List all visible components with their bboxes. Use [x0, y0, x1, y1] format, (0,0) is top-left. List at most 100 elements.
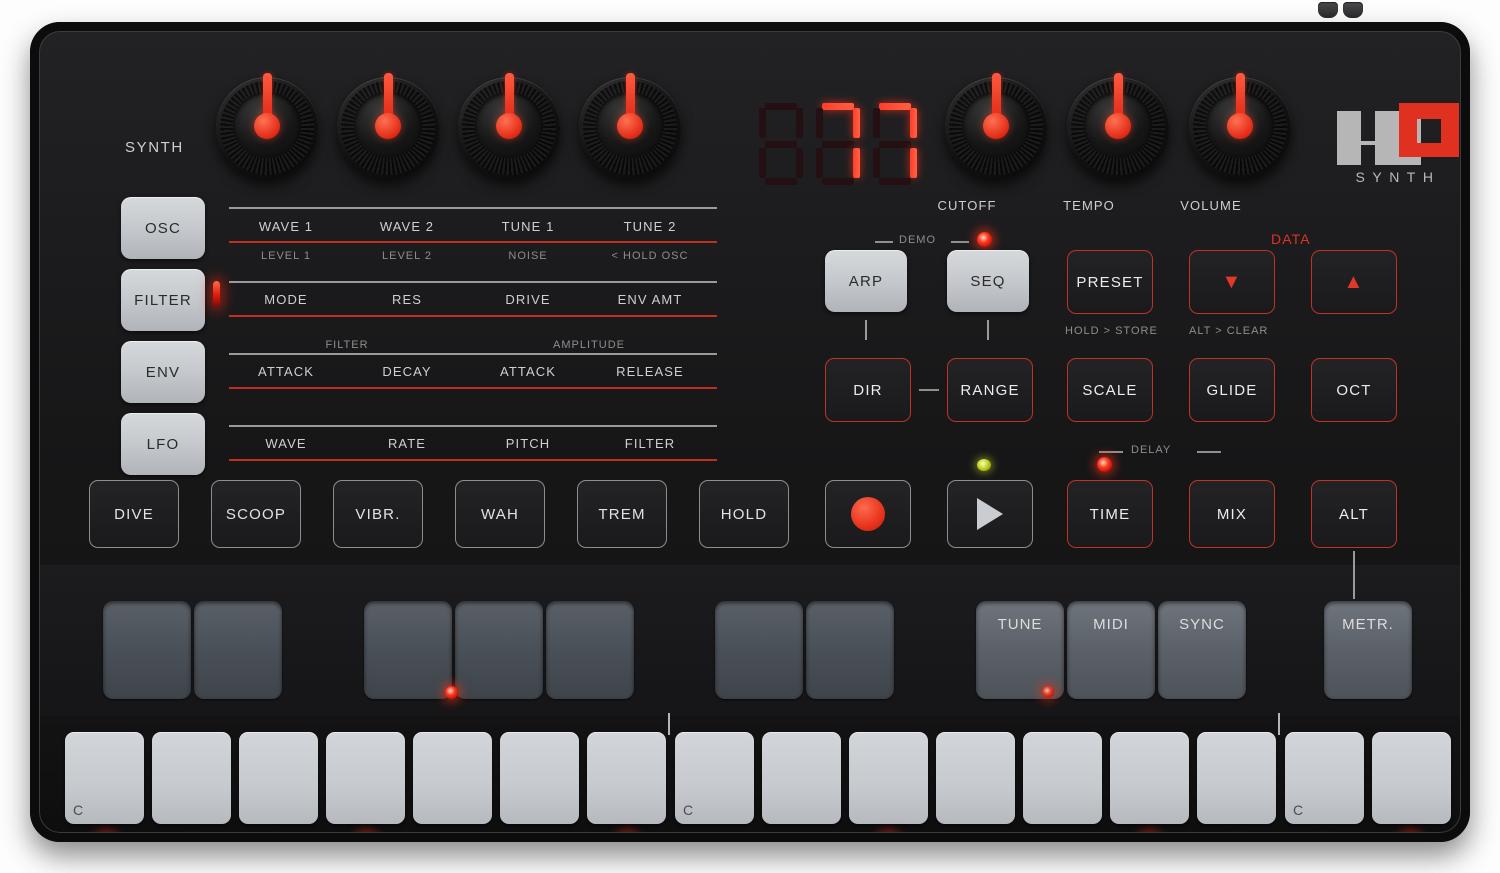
play-icon — [977, 498, 1003, 530]
data-label: DATA — [1271, 231, 1311, 247]
display-digit-2 — [814, 103, 862, 185]
key-13[interactable] — [1110, 732, 1189, 824]
seq-button[interactable]: SEQ — [947, 250, 1029, 312]
key-9[interactable] — [762, 732, 841, 824]
key-1[interactable]: C — [65, 732, 144, 824]
osc-button[interactable]: OSC — [121, 197, 205, 259]
preset-button[interactable]: PRESET — [1067, 250, 1153, 314]
knob-indicator-dot — [1105, 113, 1131, 139]
key-14[interactable] — [1197, 732, 1276, 824]
demo-led — [977, 232, 992, 247]
record-icon — [851, 497, 885, 531]
lfo-button[interactable]: LFO — [121, 413, 205, 475]
key-2[interactable] — [152, 732, 231, 824]
play-button[interactable] — [947, 480, 1033, 548]
filter-button[interactable]: FILTER — [121, 269, 205, 331]
range-button[interactable]: RANGE — [947, 358, 1033, 422]
key-3[interactable] — [239, 732, 318, 824]
env-row-bottom-rule — [229, 387, 717, 389]
octave-divider-2 — [1278, 713, 1280, 735]
param-filter-attack: ATTACK — [258, 364, 314, 379]
pad-1[interactable] — [103, 601, 191, 699]
glide-button[interactable]: GLIDE — [1189, 358, 1275, 422]
pad-midi[interactable]: MIDI — [1067, 601, 1155, 699]
scale-button[interactable]: SCALE — [1067, 358, 1153, 422]
key-5[interactable] — [413, 732, 492, 824]
tune2-knob[interactable] — [579, 73, 681, 179]
uno-logo — [1337, 103, 1459, 165]
env-row-top-rule — [229, 353, 717, 355]
wave2-knob[interactable] — [337, 73, 439, 179]
key-12[interactable] — [1023, 732, 1102, 824]
tempo-knob[interactable] — [1067, 73, 1169, 179]
data-down-button[interactable]: ▼ — [1189, 250, 1275, 314]
time-button[interactable]: TIME — [1067, 480, 1153, 548]
alt-metr-connector-tick — [1353, 551, 1355, 599]
osc-row-top-rule — [229, 207, 717, 209]
key-16[interactable] — [1372, 732, 1451, 824]
delay-label: DELAY — [1131, 444, 1172, 456]
octave-divider-1 — [668, 713, 670, 735]
volume-label: VOLUME — [1180, 198, 1242, 213]
pad-2[interactable] — [194, 601, 282, 699]
display-digit-3 — [871, 103, 919, 185]
param-tune2: TUNE 2 — [623, 219, 677, 234]
alt-level1: LEVEL 1 — [260, 250, 312, 262]
param-mode: MODE — [264, 292, 308, 307]
tempo-label: TEMPO — [1063, 198, 1115, 213]
key-10[interactable] — [849, 732, 928, 824]
tune1-knob[interactable] — [458, 73, 560, 179]
env-button[interactable]: ENV — [121, 341, 205, 403]
param-wave1: WAVE 1 — [258, 219, 314, 234]
pad-tune[interactable]: TUNE — [976, 601, 1064, 699]
wah-button[interactable]: WAH — [455, 480, 545, 548]
arp-button[interactable]: ARP — [825, 250, 907, 312]
scoop-button[interactable]: SCOOP — [211, 480, 301, 548]
alt-button[interactable]: ALT — [1311, 480, 1397, 548]
filter-row-bottom-rule — [229, 315, 717, 317]
osc-row-bottom-rule — [229, 241, 717, 243]
key-7[interactable] — [587, 732, 666, 824]
hold-button[interactable]: HOLD — [699, 480, 789, 548]
vibr-button[interactable]: VIBR. — [333, 480, 423, 548]
cutoff-knob[interactable] — [945, 73, 1047, 179]
param-lfo-rate: RATE — [387, 436, 427, 451]
oct-button[interactable]: OCT — [1311, 358, 1397, 422]
pad-7[interactable] — [806, 601, 894, 699]
volume-knob[interactable] — [1189, 73, 1291, 179]
pad-led-upper-b — [1042, 686, 1054, 698]
trem-button[interactable]: TREM — [577, 480, 667, 548]
key-11[interactable] — [936, 732, 1015, 824]
group-label-amplitude: AMPLITUDE — [553, 339, 625, 351]
lfo-row-bottom-rule — [229, 459, 717, 461]
alt-hold-osc: < HOLD OSC — [611, 250, 689, 262]
cutoff-label: CUTOFF — [937, 198, 997, 213]
top-jacks — [1318, 2, 1364, 20]
jack-right-icon — [1343, 2, 1363, 18]
dive-button[interactable]: DIVE — [89, 480, 179, 548]
param-lfo-pitch: PITCH — [505, 436, 551, 451]
key-8[interactable]: C — [675, 732, 754, 824]
play-led — [977, 459, 991, 471]
dir-button[interactable]: DIR — [825, 358, 911, 422]
wave1-knob[interactable] — [216, 73, 318, 179]
param-res: RES — [391, 292, 423, 307]
pad-6[interactable] — [715, 601, 803, 699]
key-6[interactable] — [500, 732, 579, 824]
dir-range-dash — [919, 389, 939, 391]
mix-button[interactable]: MIX — [1189, 480, 1275, 548]
filter-row-top-rule — [229, 281, 717, 283]
key-4[interactable] — [326, 732, 405, 824]
key-15[interactable]: C — [1285, 732, 1364, 824]
pad-3[interactable] — [364, 601, 452, 699]
filter-active-led — [213, 281, 220, 307]
data-up-button[interactable]: ▲ — [1311, 250, 1397, 314]
pad-sync[interactable]: SYNC — [1158, 601, 1246, 699]
pad-metr[interactable]: METR. — [1324, 601, 1412, 699]
delay-led — [1097, 457, 1112, 472]
pad-5[interactable] — [546, 601, 634, 699]
pad-4[interactable] — [455, 601, 543, 699]
param-amp-release: RELEASE — [616, 364, 684, 379]
knob-indicator-dot — [254, 113, 280, 139]
record-button[interactable] — [825, 480, 911, 548]
